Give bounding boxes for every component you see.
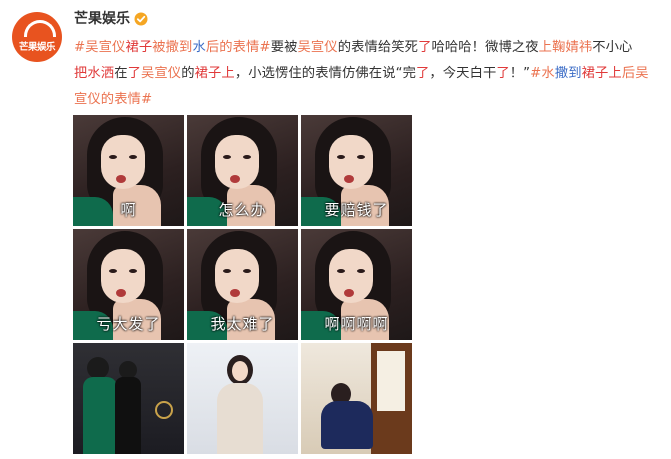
post-text-segment: 哈哈哈！微博之夜 (431, 40, 539, 55)
post-text-segment: 了 (127, 66, 142, 81)
account-name-row: 芒果娱乐 (74, 9, 148, 29)
mention-link[interactable]: 吴宣仪 (141, 66, 181, 81)
avatar-label: 芒果娱乐 (18, 42, 56, 53)
post-text-line: 宣仪的表情# (74, 87, 666, 113)
post-text-segment: ，今天白干 (429, 66, 497, 81)
mango-logo-icon (24, 20, 56, 37)
verified-badge-icon (134, 12, 148, 26)
post-text: #吴宣仪裙子被撒到水后的表情#要被吴宣仪的表情给笑死了哈哈哈！微博之夜上鞠婧祎不… (74, 35, 666, 113)
post-text-segment: 了 (418, 40, 432, 55)
meme-image[interactable]: 啊啊啊啊 (301, 229, 412, 340)
meme-image[interactable]: 啊 (73, 115, 184, 226)
post-text-segment: 不小心 (592, 40, 633, 55)
hashtag-link[interactable]: #吴宣仪 (74, 40, 125, 55)
post-text-segment: 要被 (270, 40, 298, 55)
post-text-segment: 的表情给笑死 (337, 40, 419, 55)
hashtag-link[interactable]: #水 (530, 66, 555, 81)
post-text-segment: 的 (181, 66, 195, 81)
post-text-line: 把水洒在了吴宣仪的裙子上，小选愣住的表情仿佛在说“完了，今天白干了！”#水撒到裙… (74, 61, 666, 87)
post-text-segment: 在 (114, 66, 128, 81)
account-avatar[interactable]: 芒果娱乐 (12, 12, 62, 62)
meme-caption: 怎么办 (218, 201, 267, 219)
meme-image[interactable]: 怎么办 (187, 115, 298, 226)
post-text-segment: ，小选愣住的表情仿佛在说“完 (234, 66, 416, 81)
post-text-segment: 水 (192, 40, 206, 55)
hashtag-link[interactable]: 后的表情# (206, 40, 271, 55)
post-text-segment: 了 (415, 66, 430, 81)
image-grid: 啊 怎么办 要赔钱了 亏大发了 我太难了 啊啊啊啊 (73, 115, 412, 455)
meme-caption: 啊啊啊啊 (324, 315, 389, 333)
post-text-segment: 撒到 (554, 66, 582, 81)
post-text-segment: 裙子 (125, 40, 153, 55)
post-text-line: #吴宣仪裙子被撒到水后的表情#要被吴宣仪的表情给笑死了哈哈哈！微博之夜上鞠婧祎不… (74, 35, 666, 61)
event-photo-seated-blue-gown[interactable] (301, 343, 412, 454)
hashtag-link[interactable]: 被撒到 (152, 40, 192, 55)
account-name[interactable]: 芒果娱乐 (74, 9, 130, 29)
mention-link[interactable]: 上鞠婧祎 (539, 40, 593, 55)
event-photo-green-gown[interactable] (73, 343, 184, 454)
post-text-segment: 裙子上 (194, 66, 235, 81)
post-text-segment: 了 (496, 66, 510, 81)
meme-caption: 亏大发了 (96, 315, 161, 333)
meme-caption: 啊 (120, 201, 137, 219)
meme-caption: 要赔钱了 (324, 201, 389, 219)
post-text-segment: 把水洒 (74, 66, 115, 81)
post-text-segment: 裙子上 (581, 66, 622, 81)
meme-caption: 我太难了 (210, 315, 275, 333)
meme-image[interactable]: 我太难了 (187, 229, 298, 340)
hashtag-link[interactable]: 后吴 (622, 66, 649, 81)
event-photo-white-gown[interactable] (187, 343, 298, 454)
post-text-segment: ！” (509, 66, 531, 81)
hashtag-link[interactable]: 宣仪的表情# (74, 92, 152, 107)
mention-link[interactable]: 吴宣仪 (297, 40, 337, 55)
meme-image[interactable]: 亏大发了 (73, 229, 184, 340)
meme-image[interactable]: 要赔钱了 (301, 115, 412, 226)
